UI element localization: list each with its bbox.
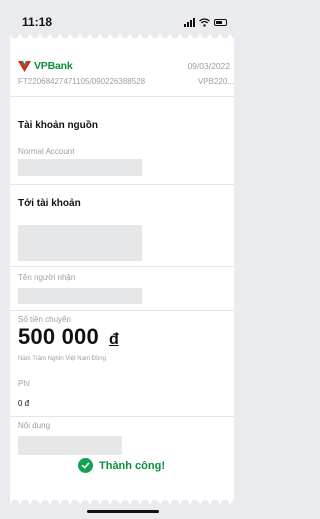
transaction-ref: FT22068427471105/090226388528 [18,77,146,86]
signal-icon [184,17,195,27]
divider [10,416,234,417]
amount-label: Số tiền chuyển [18,315,71,324]
fee-value: 0 đ [18,399,30,408]
status-icons [184,17,227,27]
divider [10,266,234,267]
brand-name: VPBank [34,60,73,72]
destination-account-redacted [18,225,142,261]
checkmark-icon [78,458,93,473]
source-account-redacted [18,159,142,176]
status-time: 11:18 [22,15,53,29]
source-account-type: Normal Account [18,147,75,156]
divider [10,184,234,185]
home-indicator [87,510,159,513]
transaction-date: 09/03/2022 [187,61,230,71]
amount-in-words: Năm Trăm Nghìn Việt Nam Đồng [18,356,106,362]
success-text: Thành công! [99,459,165,472]
amount-currency: đ [108,331,119,348]
wifi-icon [199,17,210,27]
amount-value: 500 000 [18,324,99,349]
bank-code: VPB220... [197,77,234,86]
source-account-title: Tài khoản nguồn [18,120,98,131]
transfer-amount: 500 000 đ [18,324,119,350]
fee-label: Phí [18,379,31,388]
divider [10,96,234,97]
destination-account-title: Tới tài khoản [18,198,81,209]
divider [10,310,234,311]
vpbank-logo: VPBank [18,60,73,72]
vpbank-logo-icon [18,60,31,72]
content-label: Nội dung [18,421,51,430]
content-redacted [18,436,122,455]
transaction-receipt: VPBank 09/03/2022 FT22068427471105/09022… [10,34,234,504]
receipt-bottom-edge [10,496,234,504]
recipient-label: Tên người nhận [18,273,76,282]
success-status: Thành công! [0,458,243,473]
battery-icon [214,18,227,26]
brand-row: VPBank 09/03/2022 [18,60,230,72]
receipt-top-edge [10,34,234,42]
reference-row: FT22068427471105/090226388528 VPB220... [18,77,234,86]
recipient-redacted [18,288,142,304]
